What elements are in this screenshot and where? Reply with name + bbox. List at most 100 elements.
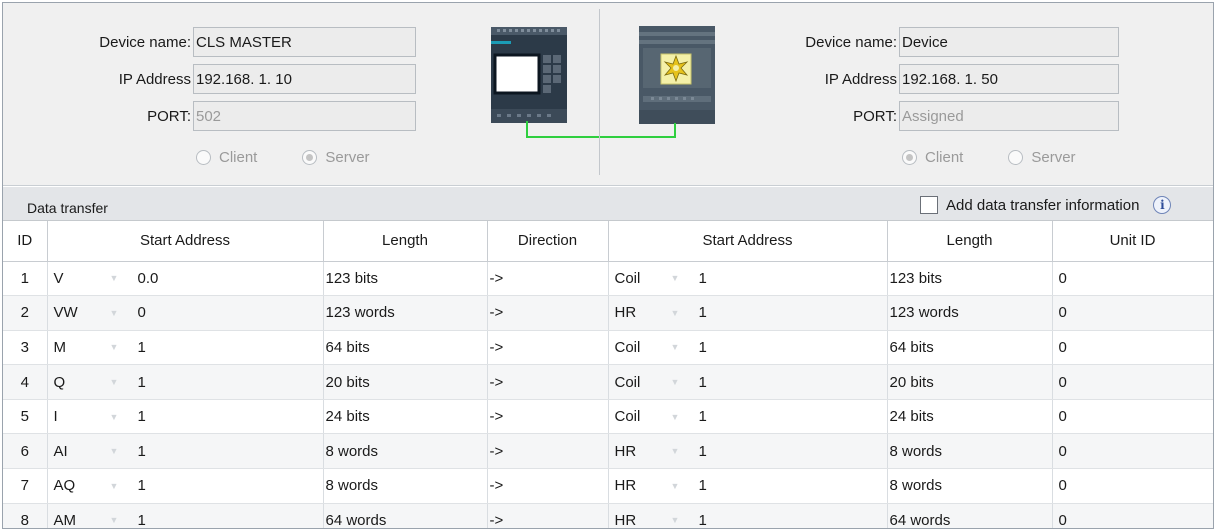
- left-client-radio[interactable]: Client: [196, 149, 257, 166]
- src-start-address-cell[interactable]: Q ▼ 1: [47, 364, 324, 400]
- table-row[interactable]: 2 VW ▼ 0 123 words -> HR ▼ 1 123 words 0: [3, 295, 1213, 331]
- src-length-cell[interactable]: 64 bits: [323, 330, 488, 366]
- dst-start-address-cell[interactable]: Coil ▼ 1: [608, 399, 888, 435]
- right-client-radio[interactable]: Client: [902, 149, 963, 166]
- src-start-address-cell[interactable]: I ▼ 1: [47, 399, 324, 435]
- right-device-name-field[interactable]: Device: [899, 27, 1119, 57]
- src-area-select[interactable]: VW: [48, 304, 110, 321]
- direction-cell[interactable]: ->: [487, 364, 609, 400]
- dropdown-arrow-icon[interactable]: ▼: [110, 446, 132, 456]
- col-header-src-start-address[interactable]: Start Address: [47, 221, 324, 262]
- direction-cell[interactable]: ->: [487, 399, 609, 435]
- dst-address-value[interactable]: 1: [693, 374, 707, 391]
- src-length-cell[interactable]: 123 words: [323, 295, 488, 331]
- direction-cell[interactable]: ->: [487, 261, 609, 297]
- add-info-checkbox[interactable]: [920, 196, 938, 214]
- right-server-radio[interactable]: Server: [1008, 149, 1076, 166]
- direction-cell[interactable]: ->: [487, 468, 609, 504]
- src-address-value[interactable]: 0: [132, 304, 146, 321]
- src-start-address-cell[interactable]: AQ ▼ 1: [47, 468, 324, 504]
- dst-length-cell[interactable]: 64 bits: [887, 330, 1053, 366]
- dropdown-arrow-icon[interactable]: ▼: [671, 377, 693, 387]
- src-length-cell[interactable]: 64 words: [323, 503, 488, 528]
- dst-area-select[interactable]: Coil: [609, 408, 671, 425]
- left-port-field[interactable]: 502: [193, 101, 416, 131]
- col-header-dst-length[interactable]: Length: [887, 221, 1053, 262]
- src-length-cell[interactable]: 123 bits: [323, 261, 488, 297]
- src-length-cell[interactable]: 24 bits: [323, 399, 488, 435]
- dst-address-value[interactable]: 1: [693, 408, 707, 425]
- unit-id-cell[interactable]: 0: [1052, 468, 1213, 504]
- dropdown-arrow-icon[interactable]: ▼: [671, 481, 693, 491]
- table-row[interactable]: 4 Q ▼ 1 20 bits -> Coil ▼ 1 20 bits 0: [3, 364, 1213, 400]
- dst-start-address-cell[interactable]: Coil ▼ 1: [608, 261, 888, 297]
- table-row[interactable]: 5 I ▼ 1 24 bits -> Coil ▼ 1 24 bits 0: [3, 399, 1213, 435]
- dst-start-address-cell[interactable]: HR ▼ 1: [608, 468, 888, 504]
- col-header-id[interactable]: ID: [3, 221, 48, 262]
- dropdown-arrow-icon[interactable]: ▼: [671, 273, 693, 283]
- dropdown-arrow-icon[interactable]: ▼: [671, 308, 693, 318]
- dropdown-arrow-icon[interactable]: ▼: [110, 515, 132, 525]
- dropdown-arrow-icon[interactable]: ▼: [671, 342, 693, 352]
- dst-length-cell[interactable]: 64 words: [887, 503, 1053, 528]
- unit-id-cell[interactable]: 0: [1052, 399, 1213, 435]
- dst-start-address-cell[interactable]: HR ▼ 1: [608, 295, 888, 331]
- dst-length-cell[interactable]: 24 bits: [887, 399, 1053, 435]
- unit-id-cell[interactable]: 0: [1052, 364, 1213, 400]
- direction-cell[interactable]: ->: [487, 295, 609, 331]
- table-row[interactable]: 3 M ▼ 1 64 bits -> Coil ▼ 1 64 bits 0: [3, 330, 1213, 366]
- table-row[interactable]: 7 AQ ▼ 1 8 words -> HR ▼ 1 8 words 0: [3, 468, 1213, 504]
- src-start-address-cell[interactable]: VW ▼ 0: [47, 295, 324, 331]
- dst-area-select[interactable]: HR: [609, 477, 671, 494]
- dropdown-arrow-icon[interactable]: ▼: [110, 273, 132, 283]
- src-area-select[interactable]: AI: [48, 443, 110, 460]
- unit-id-cell[interactable]: 0: [1052, 261, 1213, 297]
- dst-area-select[interactable]: HR: [609, 304, 671, 321]
- dst-start-address-cell[interactable]: HR ▼ 1: [608, 503, 888, 528]
- dst-address-value[interactable]: 1: [693, 443, 707, 460]
- col-header-direction[interactable]: Direction: [487, 221, 609, 262]
- src-address-value[interactable]: 1: [132, 477, 146, 494]
- col-header-dst-start-address[interactable]: Start Address: [608, 221, 888, 262]
- left-ip-field[interactable]: 192.168. 1. 10: [193, 64, 416, 94]
- src-area-select[interactable]: M: [48, 339, 110, 356]
- dropdown-arrow-icon[interactable]: ▼: [110, 412, 132, 422]
- direction-cell[interactable]: ->: [487, 503, 609, 528]
- dst-area-select[interactable]: Coil: [609, 374, 671, 391]
- dst-address-value[interactable]: 1: [693, 477, 707, 494]
- dropdown-arrow-icon[interactable]: ▼: [110, 308, 132, 318]
- unit-id-cell[interactable]: 0: [1052, 503, 1213, 528]
- src-area-select[interactable]: Q: [48, 374, 110, 391]
- dst-start-address-cell[interactable]: Coil ▼ 1: [608, 330, 888, 366]
- right-ip-field[interactable]: 192.168. 1. 50: [899, 64, 1119, 94]
- src-area-select[interactable]: AQ: [48, 477, 110, 494]
- dropdown-arrow-icon[interactable]: ▼: [671, 515, 693, 525]
- dst-area-select[interactable]: HR: [609, 512, 671, 528]
- left-device-name-field[interactable]: CLS MASTER: [193, 27, 416, 57]
- unit-id-cell[interactable]: 0: [1052, 330, 1213, 366]
- dst-start-address-cell[interactable]: HR ▼ 1: [608, 433, 888, 470]
- src-start-address-cell[interactable]: AI ▼ 1: [47, 433, 324, 470]
- src-length-cell[interactable]: 20 bits: [323, 364, 488, 400]
- dst-length-cell[interactable]: 20 bits: [887, 364, 1053, 400]
- info-icon[interactable]: i: [1153, 196, 1172, 214]
- src-address-value[interactable]: 1: [132, 339, 146, 356]
- src-length-cell[interactable]: 8 words: [323, 433, 488, 470]
- src-start-address-cell[interactable]: V ▼ 0.0: [47, 261, 324, 297]
- src-area-select[interactable]: V: [48, 270, 110, 287]
- src-address-value[interactable]: 1: [132, 374, 146, 391]
- src-address-value[interactable]: 1: [132, 408, 146, 425]
- dst-length-cell[interactable]: 8 words: [887, 468, 1053, 504]
- dropdown-arrow-icon[interactable]: ▼: [110, 342, 132, 352]
- dropdown-arrow-icon[interactable]: ▼: [110, 377, 132, 387]
- src-address-value[interactable]: 1: [132, 443, 146, 460]
- dropdown-arrow-icon[interactable]: ▼: [110, 481, 132, 491]
- src-start-address-cell[interactable]: AM ▼ 1: [47, 503, 324, 528]
- dst-length-cell[interactable]: 8 words: [887, 433, 1053, 470]
- src-area-select[interactable]: AM: [48, 512, 110, 528]
- table-row[interactable]: 8 AM ▼ 1 64 words -> HR ▼ 1 64 words 0: [3, 503, 1213, 528]
- unit-id-cell[interactable]: 0: [1052, 433, 1213, 470]
- src-address-value[interactable]: 1: [132, 512, 146, 528]
- dst-address-value[interactable]: 1: [693, 304, 707, 321]
- dst-area-select[interactable]: Coil: [609, 270, 671, 287]
